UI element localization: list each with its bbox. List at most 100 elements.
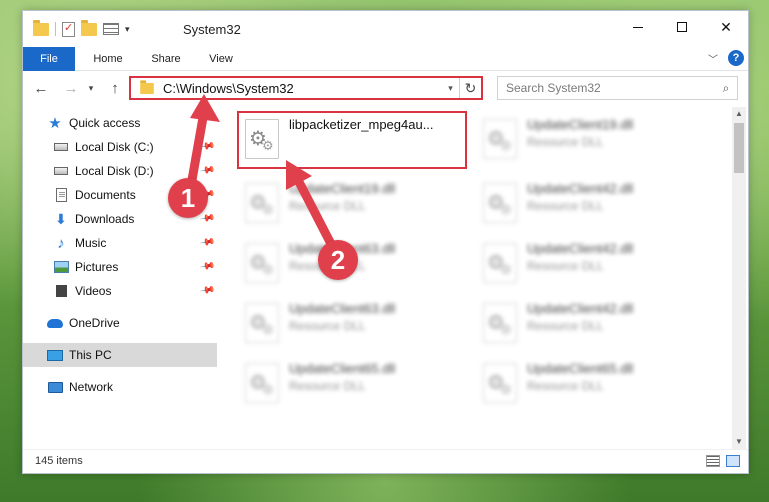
window-title: System32 [183, 22, 241, 37]
vertical-scrollbar[interactable]: ▲ ▼ [732, 107, 746, 449]
onedrive-icon [47, 316, 63, 330]
dll-file-icon [245, 243, 279, 283]
view-switcher [706, 455, 740, 467]
highlighted-file-outline [237, 111, 467, 169]
file-name: UpdateClient65.dll [289, 361, 396, 376]
pin-icon: 📌 [198, 210, 216, 227]
dll-file-icon [483, 243, 517, 283]
file-type: Resource DLL [289, 379, 366, 393]
sidebar-item-label: Downloads [75, 212, 135, 226]
sidebar-item-label: Pictures [75, 260, 119, 274]
star-icon: ★ [48, 115, 62, 132]
sidebar-item-pictures[interactable]: Pictures 📌 [23, 255, 217, 279]
tab-share[interactable]: Share [141, 47, 191, 71]
videos-icon [53, 284, 69, 298]
file-item[interactable]: UpdateClient65.dll Resource DLL [237, 355, 467, 409]
file-name: UpdateClient63.dll [289, 301, 396, 316]
dll-file-icon [245, 303, 279, 343]
maximize-icon [677, 22, 687, 32]
properties-icon[interactable] [62, 21, 75, 37]
pin-icon: 📌 [198, 282, 216, 299]
minimize-button[interactable] [616, 11, 660, 43]
pin-icon: 📌 [198, 258, 216, 275]
file-item[interactable]: UpdateClient42.dll Resource DLL [475, 175, 705, 229]
search-input[interactable] [506, 81, 715, 95]
this-pc-icon [47, 348, 63, 362]
address-folder-icon [140, 79, 154, 94]
step-1-badge: 1 [168, 178, 208, 218]
sidebar-item-onedrive[interactable]: OneDrive [23, 311, 217, 335]
sidebar-item-music[interactable]: ♪ Music 📌 [23, 231, 217, 255]
tab-file[interactable]: File [23, 47, 75, 71]
downloads-icon: ⬇ [55, 210, 67, 227]
minimize-icon [633, 26, 643, 28]
sidebar-item-label: Documents [75, 188, 136, 202]
pin-icon: 📌 [198, 162, 216, 179]
toolbar-dropdown-icon[interactable]: ▾ [125, 24, 130, 35]
search-box[interactable]: ⌕ [497, 76, 738, 100]
sidebar-item-label: Quick access [69, 116, 141, 130]
dll-file-icon [483, 363, 517, 403]
file-name: UpdateClient65.dll [527, 361, 634, 376]
search-icon[interactable]: ⌕ [715, 81, 737, 96]
new-folder-icon[interactable] [81, 19, 97, 36]
file-explorer-window: ▾ System32 ✕ File Home Share View ﹀ ? ← … [22, 10, 749, 474]
music-icon: ♪ [57, 234, 65, 252]
file-item[interactable]: UpdateClient42.dll Resource DLL [475, 295, 705, 349]
file-item[interactable]: UpdateClient19.dll Resource DLL [237, 175, 467, 229]
address-bar[interactable]: C:\Windows\System32 ▾ ↻ [129, 76, 483, 100]
caption-buttons: ✕ [616, 11, 748, 43]
sidebar-item-videos[interactable]: Videos 📌 [23, 279, 217, 303]
address-path[interactable]: C:\Windows\System32 [163, 81, 441, 96]
folder-icon[interactable] [33, 19, 49, 36]
file-name: UpdateClient19.dll [289, 181, 396, 196]
scrollbar-thumb[interactable] [734, 123, 744, 173]
maximize-button[interactable] [660, 11, 704, 43]
sidebar-item-local-disk-c[interactable]: Local Disk (C:) 📌 [23, 135, 217, 159]
item-count: 145 items [35, 455, 83, 467]
details-view-icon[interactable] [706, 455, 720, 467]
step-2-badge: 2 [318, 240, 358, 280]
file-name: UpdateClient42.dll [527, 241, 634, 256]
customize-view-icon[interactable] [103, 23, 119, 35]
file-item[interactable]: UpdateClient63.dll Resource DLL [237, 295, 467, 349]
sidebar-item-this-pc[interactable]: This PC [23, 343, 217, 367]
sidebar-item-label: This PC [69, 348, 112, 362]
title-bar: ▾ System32 ✕ [23, 11, 748, 47]
file-name: UpdateClient42.dll [527, 181, 634, 196]
navigation-pane: ★ Quick access Local Disk (C:) 📌 Local D… [23, 107, 217, 447]
sidebar-item-label: Local Disk (C:) [75, 140, 154, 154]
dll-file-icon [245, 363, 279, 403]
file-type: Resource DLL [289, 319, 366, 333]
drive-icon [53, 140, 69, 154]
tab-view[interactable]: View [199, 47, 243, 71]
status-bar: 145 items [23, 449, 748, 473]
file-name: UpdateClient19.dll [527, 117, 634, 132]
back-button[interactable]: ← [31, 78, 51, 98]
sidebar-item-quick-access[interactable]: ★ Quick access [23, 111, 217, 135]
pin-icon: 📌 [198, 138, 216, 155]
sidebar-item-label: Music [75, 236, 107, 250]
drive-icon [53, 164, 69, 178]
navigation-bar: ← → ▾ ↑ C:\Windows\System32 ▾ ↻ ⌕ [23, 73, 748, 103]
file-type: Resource DLL [527, 199, 604, 213]
file-item[interactable]: UpdateClient42.dll Resource DLL [475, 235, 705, 289]
forward-button[interactable]: → [61, 78, 81, 98]
scroll-down-icon[interactable]: ▼ [732, 435, 746, 449]
file-type: Resource DLL [527, 259, 604, 273]
documents-icon [53, 188, 69, 202]
sidebar-item-network[interactable]: Network [23, 375, 217, 399]
refresh-button[interactable]: ↻ [459, 78, 481, 98]
help-icon[interactable]: ? [728, 50, 744, 66]
file-item[interactable]: UpdateClient19.dll Resource DLL [475, 111, 705, 165]
address-dropdown-icon[interactable]: ▾ [441, 82, 459, 94]
scroll-up-icon[interactable]: ▲ [732, 107, 746, 121]
large-icons-view-icon[interactable] [726, 455, 740, 467]
recent-locations-button[interactable]: ▾ [85, 78, 97, 98]
tab-home[interactable]: Home [83, 47, 133, 71]
expand-ribbon-chevron-icon[interactable]: ﹀ [708, 51, 718, 66]
up-button[interactable]: ↑ [105, 78, 125, 98]
file-type: Resource DLL [527, 379, 604, 393]
close-button[interactable]: ✕ [704, 11, 748, 43]
file-item[interactable]: UpdateClient65.dll Resource DLL [475, 355, 705, 409]
